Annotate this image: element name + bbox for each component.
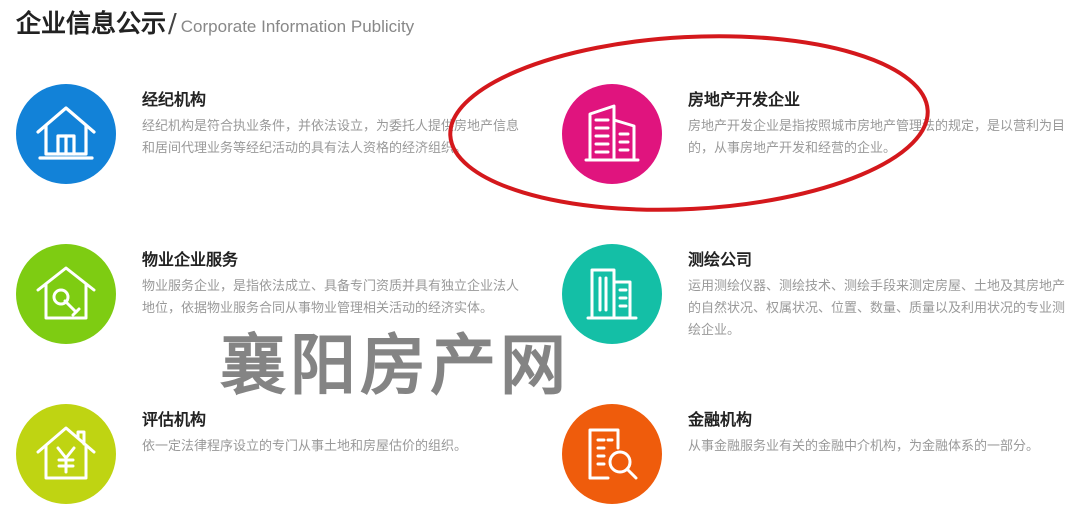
card-description: 依一定法律程序设立的专门从事土地和房屋估价的组织。: [142, 439, 468, 454]
card-title[interactable]: 物业企业服务: [142, 246, 238, 270]
card-description: 运用测绘仪器、测绘技术、测绘手段来测定房屋、土地及其房地产的自然状况、权属状况、…: [688, 279, 1066, 338]
card-developer[interactable]: 房地产开发企业 房地产开发企业是指按照城市房地产管理法的规定，是以营利为目的，从…: [562, 84, 1076, 194]
section-header: 企业信息公示 / Corporate Information Publicity: [16, 4, 414, 40]
card-appraisal[interactable]: 评估机构 依一定法律程序设立的专门从事土地和房屋估价的组织。: [16, 404, 536, 514]
card-title[interactable]: 金融机构: [688, 406, 752, 430]
card-surveying[interactable]: 测绘公司 运用测绘仪器、测绘技术、测绘手段来测定房屋、土地及其房地产的自然状况、…: [562, 244, 1076, 354]
card-description: 物业服务企业，是指依法成立、具备专门资质并具有独立企业法人地位，依据物业服务合同…: [142, 279, 520, 316]
card-description: 经纪机构是符合执业条件，并依法设立，为委托人提供房地产信息和居间代理业务等经纪活…: [142, 119, 520, 156]
card-description: 房地产开发企业是指按照城市房地产管理法的规定，是以营利为目的，从事房地产开发和经…: [688, 119, 1066, 156]
card-title[interactable]: 经纪机构: [142, 86, 206, 110]
card-title[interactable]: 测绘公司: [688, 246, 752, 270]
card-finance[interactable]: 金融机构 从事金融服务业有关的金融中介机构，为金融体系的一部分。: [562, 404, 1076, 514]
card-title[interactable]: 房地产开发企业: [688, 86, 800, 110]
house-wrench-icon[interactable]: [16, 244, 116, 344]
card-property-service[interactable]: 物业企业服务 物业服务企业，是指依法成立、具备专门资质并具有独立企业法人地位，依…: [16, 244, 536, 354]
house-icon[interactable]: [16, 84, 116, 184]
buildings-icon[interactable]: [562, 84, 662, 184]
card-brokerage[interactable]: 经纪机构 经纪机构是符合执业条件，并依法设立，为委托人提供房地产信息和居间代理业…: [16, 84, 536, 194]
building-search-icon[interactable]: [562, 404, 662, 504]
title-separator: /: [168, 9, 177, 39]
section-title: 企业信息公示: [16, 9, 167, 38]
card-title[interactable]: 评估机构: [142, 406, 206, 430]
building-survey-icon[interactable]: [562, 244, 662, 344]
card-description: 从事金融服务业有关的金融中介机构，为金融体系的一部分。: [688, 439, 1040, 454]
house-yen-icon[interactable]: [16, 404, 116, 504]
section-subtitle: Corporate Information Publicity: [180, 17, 415, 36]
